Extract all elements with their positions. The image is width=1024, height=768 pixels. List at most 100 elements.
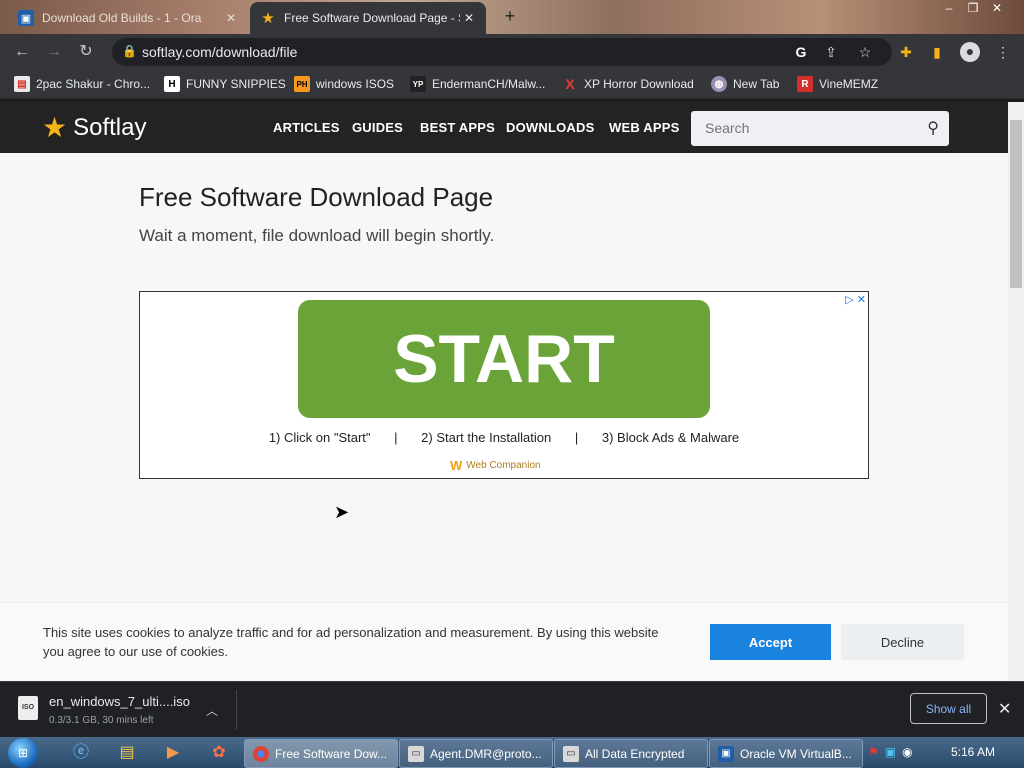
extensions-icon[interactable]: ✚ xyxy=(897,43,915,61)
nav-best-apps[interactable]: BEST APPS xyxy=(420,120,495,135)
ph-icon: PH xyxy=(294,76,310,92)
download-bar: ISO en_windows_7_ulti....iso 0.3/3.1 GB,… xyxy=(0,681,1024,738)
bookmark-vinememz[interactable]: R VineMEMZ xyxy=(797,75,878,93)
accept-cookies-button[interactable]: Accept xyxy=(710,624,831,660)
task-all-data-encrypted[interactable]: ▭ All Data Encrypted xyxy=(554,739,708,768)
reload-icon[interactable]: ↻ xyxy=(76,42,96,62)
x-icon: X xyxy=(565,76,575,92)
bookmark-new-tab[interactable]: ◍ New Tab xyxy=(711,75,779,93)
side-panel-icon[interactable]: ▮ xyxy=(928,43,946,61)
virtualbox-icon: ▣ xyxy=(18,10,34,26)
search-icon[interactable]: ⚲ xyxy=(927,118,939,138)
bookmark-label: VineMEMZ xyxy=(819,77,879,91)
ad-step-3: 3) Block Ads & Malware xyxy=(601,430,740,445)
menu-kebab-icon[interactable]: ⋮ xyxy=(994,43,1012,61)
close-tab-icon[interactable]: ✕ xyxy=(460,11,478,25)
task-label: Free Software Dow... xyxy=(275,746,388,761)
nav-articles[interactable]: ARTICLES xyxy=(273,120,340,135)
bookmark-label: windows ISOS xyxy=(316,77,395,91)
star-icon: ★ xyxy=(261,10,275,27)
web-page: ★ Softlay ARTICLES GUIDES BEST APPS DOWN… xyxy=(0,102,1008,681)
bookmark-endermanch[interactable]: YP EndermanCH/Malw... xyxy=(410,75,545,93)
bookmark-2pac[interactable]: ▤ 2pac Shakur - Chro... xyxy=(14,75,150,93)
page-subtitle: Wait a moment, file download will begin … xyxy=(139,226,495,245)
ad-separator: | xyxy=(394,430,398,445)
task-chrome[interactable]: Free Software Dow... xyxy=(244,739,398,768)
ad-choices-icon[interactable]: ▷ ✕ xyxy=(845,293,866,306)
tab-title: Download Old Builds - 1 - Ora xyxy=(42,11,202,25)
back-icon[interactable]: ← xyxy=(12,42,32,62)
decline-cookies-button[interactable]: Decline xyxy=(841,624,964,660)
task-label: Oracle VM VirtualB... xyxy=(740,746,852,761)
download-status: 0.3/3.1 GB, 30 mins left xyxy=(49,715,154,726)
web-companion-icon: W xyxy=(450,458,463,473)
network-icon[interactable]: ▣ xyxy=(885,745,896,759)
minimize-button[interactable]: – xyxy=(938,0,960,16)
mouse-cursor-icon: ➤ xyxy=(334,502,350,522)
task-agent-dmr[interactable]: ▭ Agent.DMR@proto... xyxy=(399,739,553,768)
cookie-text: This site uses cookies to analyze traffi… xyxy=(43,625,659,659)
task-virtualbox[interactable]: ▣ Oracle VM VirtualB... xyxy=(709,739,863,768)
task-label: Agent.DMR@proto... xyxy=(430,746,542,761)
bookmark-label: New Tab xyxy=(733,77,780,91)
browser-tab-strip: ▣ Download Old Builds - 1 - Ora ✕ ★ Free… xyxy=(0,0,1024,34)
taskbar-clock[interactable]: 5:16 AM xyxy=(951,745,995,759)
bookmarks-bar: ▤ 2pac Shakur - Chro... H FUNNY SNIPPIES… xyxy=(0,70,1024,99)
r-icon: R xyxy=(797,76,813,92)
lock-icon[interactable]: 🔒 xyxy=(122,44,137,58)
ad-start-button[interactable]: START xyxy=(298,300,710,418)
chrome-icon xyxy=(253,745,269,762)
ad-step-2: 2) Start the Installation xyxy=(421,430,552,445)
tab-download-old-builds[interactable]: ▣ Download Old Builds - 1 - Ora ✕ xyxy=(8,2,248,34)
scrollbar-thumb[interactable] xyxy=(1010,120,1022,288)
chevron-up-icon[interactable]: ︿ xyxy=(206,702,218,719)
close-window-button[interactable]: ✕ xyxy=(986,0,1008,16)
bookmark-windows-isos[interactable]: PH windows ISOS xyxy=(294,75,394,93)
google-icon[interactable]: G xyxy=(792,43,810,61)
ad-steps: 1) Click on "Start" | 2) Start the Insta… xyxy=(140,430,868,445)
windows-start-icon[interactable]: ⊞ xyxy=(8,738,38,768)
close-download-bar-icon[interactable]: ✕ xyxy=(998,699,1011,719)
close-tab-icon[interactable]: ✕ xyxy=(222,11,240,25)
nav-downloads[interactable]: DOWNLOADS xyxy=(506,120,594,135)
nav-web-apps[interactable]: WEB APPS xyxy=(609,120,679,135)
ad-brand-label: Web Companion xyxy=(466,460,541,471)
new-tab-button[interactable]: + xyxy=(500,6,520,26)
bookmark-star-icon[interactable]: ☆ xyxy=(856,43,874,61)
profile-avatar-icon[interactable]: ● xyxy=(960,42,980,62)
yp-icon: YP xyxy=(410,76,426,92)
flag-icon[interactable]: ⚑ xyxy=(868,745,879,759)
nav-guides[interactable]: GUIDES xyxy=(352,120,403,135)
site-logo[interactable]: ★ Softlay xyxy=(42,114,146,142)
restore-button[interactable]: ❐ xyxy=(962,0,984,16)
page-scrollbar[interactable] xyxy=(1008,102,1024,681)
url-text[interactable]: softlay.com/download/file xyxy=(142,44,297,60)
tab-free-software-download[interactable]: ★ Free Software Download Page - S ✕ xyxy=(250,2,486,34)
address-bar[interactable]: 🔒 softlay.com/download/file G ⇪ ☆ xyxy=(112,38,892,66)
bookmark-funny-snippies[interactable]: H FUNNY SNIPPIES xyxy=(164,75,286,93)
bookmark-label: XP Horror Download xyxy=(584,77,694,91)
site-search[interactable]: ⚲ xyxy=(691,111,949,146)
download-filename[interactable]: en_windows_7_ulti....iso xyxy=(49,694,190,709)
windows-taskbar: ⊞ ⓔ ▤ ▶ ✿ Free Software Dow... ▭ Agent.D… xyxy=(0,737,1024,768)
share-icon[interactable]: ⇪ xyxy=(822,43,840,61)
bookmark-xp-horror[interactable]: X XP Horror Download xyxy=(562,75,694,93)
volume-icon[interactable]: ◉ xyxy=(902,745,912,759)
media-player-icon[interactable]: ▶ xyxy=(160,741,186,765)
window-icon: ▭ xyxy=(563,745,579,762)
site-header: ★ Softlay ARTICLES GUIDES BEST APPS DOWN… xyxy=(0,102,1008,153)
forward-icon[interactable]: → xyxy=(44,42,64,62)
file-explorer-icon[interactable]: ▤ xyxy=(114,741,140,765)
ad-banner[interactable]: ▷ ✕ START 1) Click on "Start" | 2) Start… xyxy=(139,291,869,479)
internet-explorer-icon[interactable]: ⓔ xyxy=(68,741,94,765)
task-label: All Data Encrypted xyxy=(585,746,685,761)
h-icon: H xyxy=(164,76,180,92)
iso-file-icon: ISO xyxy=(18,696,38,720)
system-tray: ⚑ ▣ ◉ xyxy=(868,745,913,759)
paint-icon[interactable]: ✿ xyxy=(206,741,232,765)
bookmark-label: FUNNY SNIPPIES xyxy=(186,77,286,91)
browser-toolbar: ← → ↻ 🔒 softlay.com/download/file G ⇪ ☆ … xyxy=(0,34,1024,70)
show-all-downloads-button[interactable]: Show all xyxy=(910,693,987,724)
virtualbox-icon: ▣ xyxy=(718,745,734,762)
search-input[interactable] xyxy=(703,119,917,137)
